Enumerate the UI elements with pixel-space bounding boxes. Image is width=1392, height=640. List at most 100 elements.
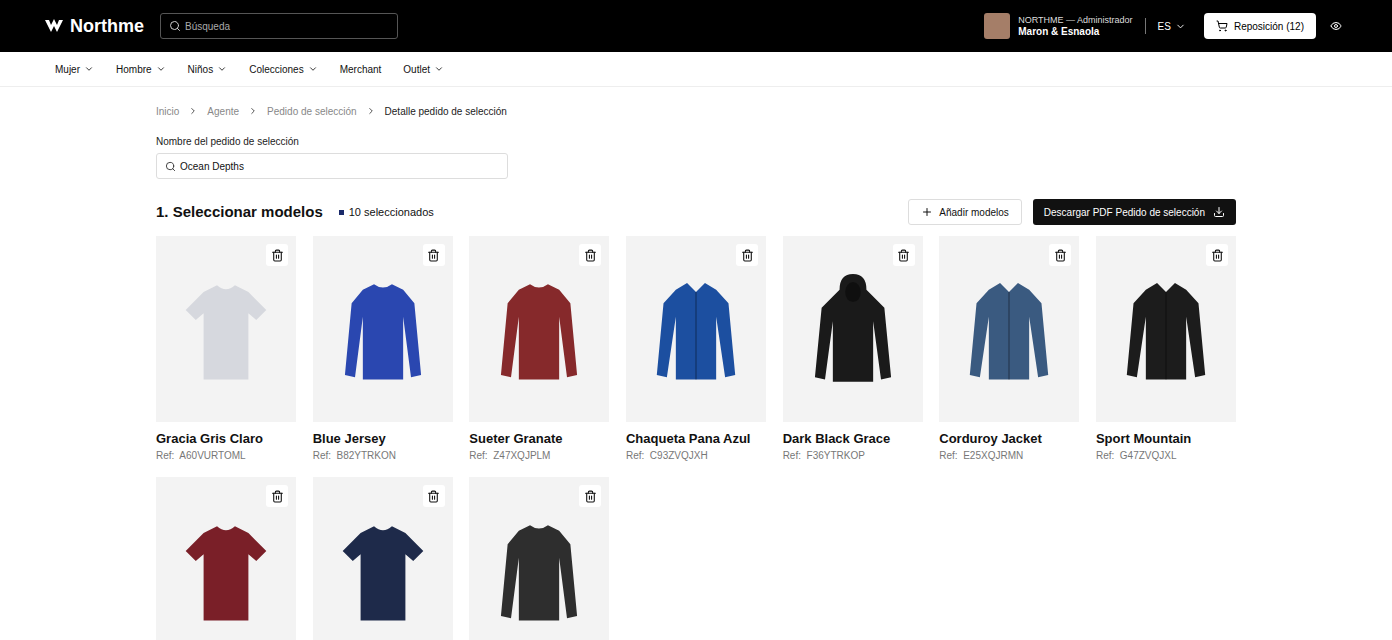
nav-item[interactable]: Colecciones bbox=[249, 62, 317, 77]
avatar bbox=[984, 13, 1010, 39]
logo-icon bbox=[44, 18, 64, 34]
main-nav: Mujer Hombre Niños Colecciones Merchant Outle… bbox=[0, 52, 1392, 87]
product-name: Chaqueta Pana Azul bbox=[626, 430, 766, 448]
product-image bbox=[156, 477, 296, 640]
product-card[interactable] bbox=[313, 477, 453, 640]
trash-icon bbox=[427, 490, 440, 503]
nav-item[interactable]: Merchant bbox=[340, 62, 382, 77]
product-photo-icon bbox=[640, 267, 752, 391]
delete-button[interactable] bbox=[893, 244, 915, 266]
chevron-right-icon bbox=[188, 106, 198, 116]
delete-button[interactable] bbox=[579, 244, 601, 266]
product-card[interactable]: Sport MountainRef: G47ZVQJXL bbox=[1096, 236, 1236, 464]
plus-icon bbox=[921, 206, 933, 218]
chevron-right-icon bbox=[248, 106, 258, 116]
product-photo-icon bbox=[483, 267, 595, 391]
product-image bbox=[313, 477, 453, 640]
delete-button[interactable] bbox=[266, 244, 288, 266]
page: NorthmeBúsqueda NORTHME — AdministradorMa… bbox=[0, 0, 1392, 640]
product-image bbox=[156, 236, 296, 422]
selected-count: 10 seleccionados bbox=[339, 204, 434, 221]
trash-icon bbox=[427, 249, 440, 262]
chevron-down-icon bbox=[84, 64, 94, 74]
add-models-button[interactable]: Añadir modelos bbox=[908, 199, 1021, 225]
product-name: Sport Mountain bbox=[1096, 430, 1236, 448]
trash-icon bbox=[271, 249, 284, 262]
search-icon bbox=[169, 20, 181, 32]
product-photo-icon bbox=[170, 267, 282, 391]
product-photo-icon bbox=[483, 508, 595, 632]
product-ref: Ref: A60VURTOML bbox=[156, 448, 296, 464]
nav-item[interactable]: Outlet bbox=[403, 62, 444, 77]
trash-icon bbox=[584, 490, 597, 503]
trash-icon bbox=[741, 249, 754, 262]
breadcrumb-item: Detalle pedido de selección bbox=[385, 104, 507, 119]
product-ref: Ref: Z47XQJPLM bbox=[469, 448, 609, 464]
delete-button[interactable] bbox=[736, 244, 758, 266]
chevron-down-icon bbox=[308, 64, 318, 74]
cart-button[interactable]: Reposición (12) bbox=[1204, 13, 1316, 39]
product-card[interactable]: Sueter GranateRef: Z47XQJPLM bbox=[469, 236, 609, 464]
product-ref: Ref: B82YTRKON bbox=[313, 448, 453, 464]
order-name-field[interactable]: Ocean Depths bbox=[156, 153, 508, 179]
product-photo-icon bbox=[797, 267, 909, 391]
product-image bbox=[783, 236, 923, 422]
product-card[interactable]: Corduroy JacketRef: E25XQJRMN bbox=[939, 236, 1079, 464]
product-card[interactable]: Chaqueta Pana AzulRef: C93ZVQJXH bbox=[626, 236, 766, 464]
product-image bbox=[313, 236, 453, 422]
nav-item[interactable]: Hombre bbox=[116, 62, 166, 77]
product-name: Sueter Granate bbox=[469, 430, 609, 448]
eye-icon[interactable] bbox=[1330, 20, 1342, 32]
cart-icon bbox=[1216, 20, 1228, 32]
product-image bbox=[939, 236, 1079, 422]
product-photo-icon bbox=[953, 267, 1065, 391]
product-photo-icon bbox=[327, 508, 439, 632]
nav-item[interactable]: Mujer bbox=[55, 62, 94, 77]
download-icon bbox=[1213, 206, 1225, 218]
delete-button[interactable] bbox=[266, 485, 288, 507]
delete-button[interactable] bbox=[579, 485, 601, 507]
delete-button[interactable] bbox=[423, 485, 445, 507]
product-card[interactable]: Blue JerseyRef: B82YTRKON bbox=[313, 236, 453, 464]
breadcrumb: Inicio Agente Pedido de selección Detalle p… bbox=[156, 104, 1236, 118]
product-ref: Ref: C93ZVQJXH bbox=[626, 448, 766, 464]
chevron-down-icon bbox=[1175, 21, 1186, 32]
delete-button[interactable] bbox=[1049, 244, 1071, 266]
product-ref: Ref: E25XQJRMN bbox=[939, 448, 1079, 464]
product-image bbox=[1096, 236, 1236, 422]
product-photo-icon bbox=[170, 508, 282, 632]
chevron-down-icon bbox=[434, 64, 444, 74]
product-photo-icon bbox=[327, 267, 439, 391]
delete-button[interactable] bbox=[423, 244, 445, 266]
language-select[interactable]: ES bbox=[1158, 19, 1186, 34]
breadcrumb-item[interactable]: Pedido de selección bbox=[267, 104, 357, 119]
logo[interactable]: Northme bbox=[44, 13, 160, 40]
download-pdf-button[interactable]: Descargar PDF Pedido de selección bbox=[1033, 199, 1236, 225]
chevron-down-icon bbox=[217, 64, 227, 74]
top-bar: NorthmeBúsqueda NORTHME — AdministradorMa… bbox=[0, 0, 1392, 52]
trash-icon bbox=[1211, 249, 1224, 262]
product-grid: Gracia Gris ClaroRef: A60VURTOMLBlue Jer… bbox=[156, 236, 1236, 640]
search-field[interactable]: Búsqueda bbox=[160, 13, 398, 39]
trash-icon bbox=[271, 490, 284, 503]
chevron-down-icon bbox=[156, 64, 166, 74]
search-icon bbox=[165, 161, 176, 172]
product-name: Gracia Gris Claro bbox=[156, 430, 296, 448]
section-title: 1. Seleccionar modelos bbox=[156, 201, 323, 224]
product-name: Blue Jersey bbox=[313, 430, 453, 448]
trash-icon bbox=[1054, 249, 1067, 262]
product-ref: Ref: G47ZVQJXL bbox=[1096, 448, 1236, 464]
product-card[interactable] bbox=[469, 477, 609, 640]
breadcrumb-item[interactable]: Inicio bbox=[156, 104, 179, 119]
product-card[interactable]: Gracia Gris ClaroRef: A60VURTOML bbox=[156, 236, 296, 464]
product-card[interactable]: Dark Black GraceRef: F36YTRKOP bbox=[783, 236, 923, 464]
product-image bbox=[469, 477, 609, 640]
trash-icon bbox=[584, 249, 597, 262]
product-name: Dark Black Grace bbox=[783, 430, 923, 448]
product-card[interactable] bbox=[156, 477, 296, 640]
user-menu[interactable]: NORTHME — AdministradorMaron & Esnaola bbox=[984, 13, 1132, 39]
nav-item[interactable]: Niños bbox=[188, 62, 228, 77]
trash-icon bbox=[897, 249, 910, 262]
delete-button[interactable] bbox=[1206, 244, 1228, 266]
breadcrumb-item[interactable]: Agente bbox=[207, 104, 239, 119]
